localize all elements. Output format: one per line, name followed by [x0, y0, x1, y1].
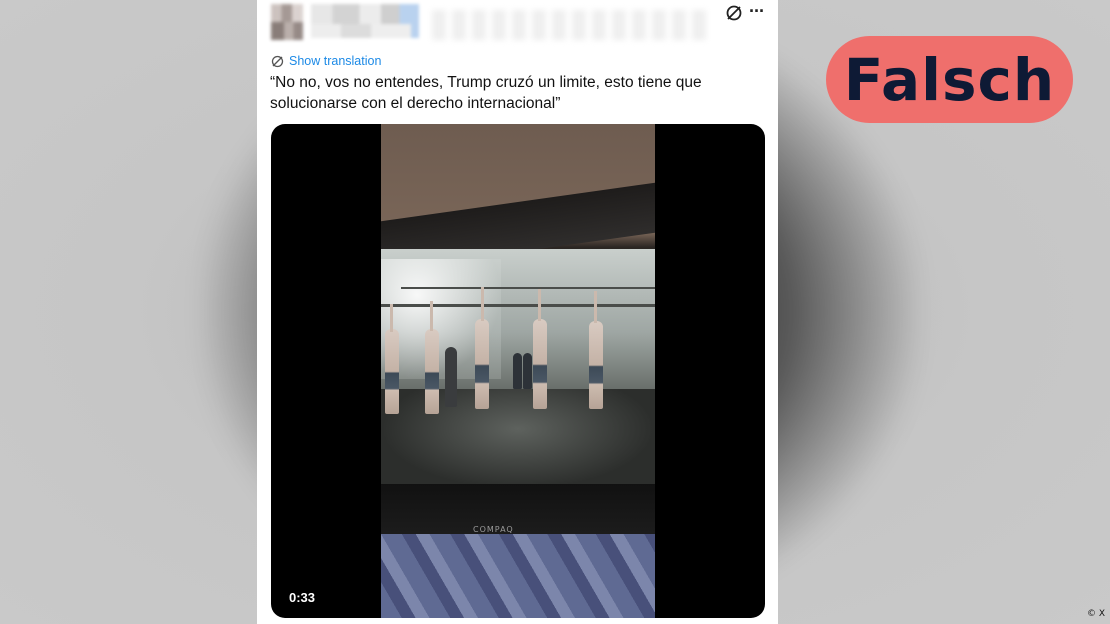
room-scene	[381, 249, 655, 489]
image-credit: © X	[1087, 609, 1106, 619]
person-figure	[425, 329, 439, 414]
person-figure	[475, 319, 489, 409]
person-figure	[445, 347, 457, 407]
translate-icon	[271, 55, 284, 67]
person-figure	[533, 319, 547, 409]
blurred-background-text	[432, 10, 712, 40]
floor	[381, 389, 655, 489]
person-figure	[523, 353, 532, 389]
raised-arm	[481, 287, 484, 321]
pipe	[401, 287, 655, 289]
show-translation-link[interactable]: Show translation	[271, 53, 381, 69]
raised-arm	[430, 301, 433, 331]
raised-arm	[538, 289, 541, 321]
video-duration: 0:33	[289, 590, 316, 605]
person-figure	[589, 321, 603, 409]
avatar[interactable]	[271, 4, 303, 40]
show-translation-label[interactable]: Show translation	[289, 54, 381, 68]
blurred-username	[311, 4, 419, 38]
bedsheet	[381, 534, 655, 618]
raised-arm	[390, 304, 393, 332]
tweet-text: “No no, vos no entendes, Trump cruzó un …	[270, 74, 702, 112]
video-player[interactable]: COMPAQ 0:33	[271, 124, 765, 618]
person-figure	[385, 329, 399, 414]
more-icon[interactable]: ···	[749, 2, 767, 20]
verdict-badge: Falsch	[826, 36, 1073, 123]
raised-arm	[594, 291, 597, 323]
grok-icon[interactable]	[725, 4, 743, 22]
monitor-brand: COMPAQ	[473, 525, 514, 534]
tweet-card: ··· Show translation “No no, vos no ente…	[257, 0, 778, 624]
video-frame: COMPAQ	[381, 124, 655, 618]
pipe	[381, 304, 655, 307]
verdict-label: Falsch	[843, 45, 1056, 114]
person-figure	[513, 353, 522, 389]
monitor-bezel	[381, 484, 655, 534]
